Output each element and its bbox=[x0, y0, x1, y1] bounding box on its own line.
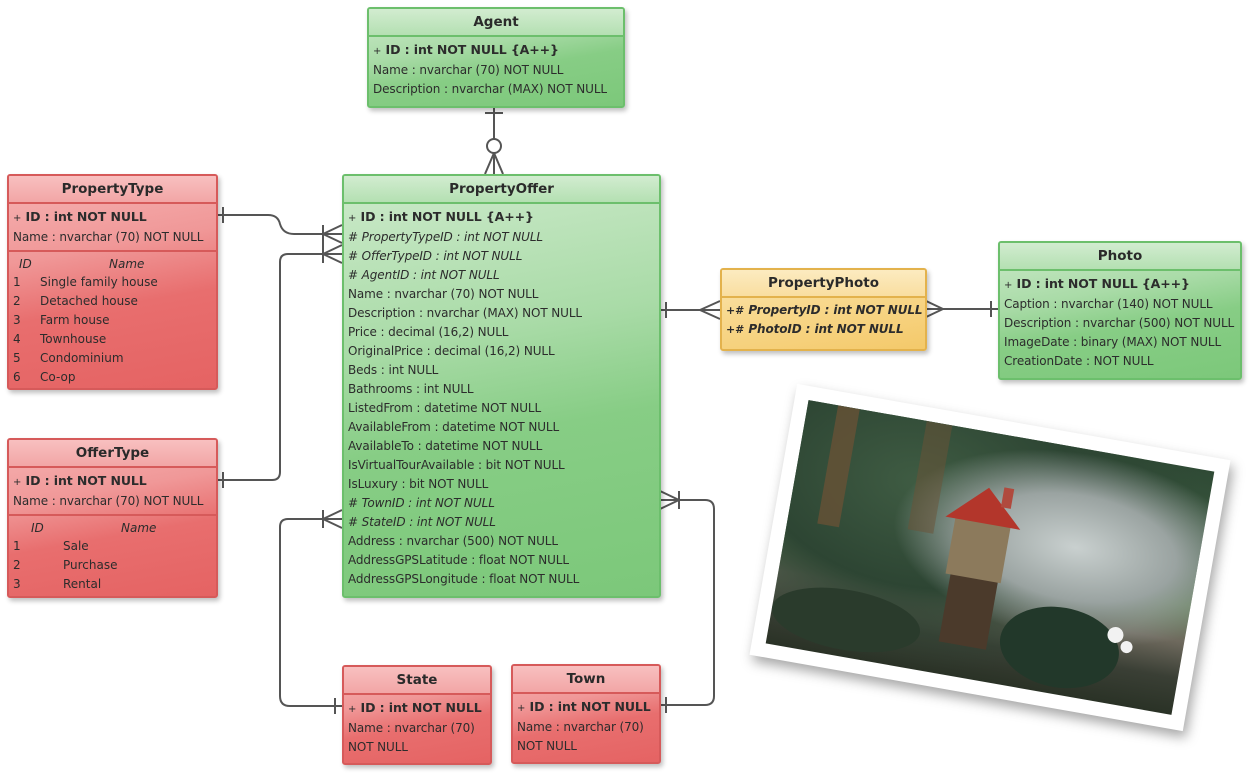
entity-propertyoffer[interactable]: PropertyOffer + ID : int NOT NULL {A++} … bbox=[342, 174, 661, 598]
entity-agent[interactable]: Agent + ID : int NOT NULL {A++} Name : n… bbox=[367, 7, 625, 108]
attribute-field[interactable]: AddressGPSLatitude : float NOT NULL bbox=[348, 551, 655, 570]
attribute-field[interactable]: Address : nvarchar (500) NOT NULL bbox=[348, 532, 655, 551]
primary-key-field[interactable]: + ID : int NOT NULL {A++} bbox=[1004, 274, 1236, 295]
attribute-field[interactable]: AvailableFrom : datetime NOT NULL bbox=[348, 418, 655, 437]
primary-key-field[interactable]: + ID : int NOT NULL bbox=[13, 471, 212, 492]
entity-photo[interactable]: Photo + ID : int NOT NULL {A++} Caption … bbox=[998, 241, 1242, 380]
rel-town-propertyoffer bbox=[659, 490, 715, 713]
entity-title: PropertyOffer bbox=[344, 176, 659, 204]
lookup-row: 4 Townhouse bbox=[13, 332, 107, 346]
attribute-field[interactable]: Beds : int NULL bbox=[348, 361, 655, 380]
attribute-field[interactable]: Caption : nvarchar (140) NOT NULL bbox=[1004, 295, 1236, 314]
plant bbox=[766, 577, 926, 663]
attribute-field[interactable]: ListedFrom : datetime NOT NULL bbox=[348, 399, 655, 418]
composite-key-field[interactable]: +# PropertyID : int NOT NULL bbox=[726, 301, 923, 320]
lookup-col-name: Name bbox=[109, 257, 145, 271]
foreign-key-field[interactable]: # StateID : int NOT NULL bbox=[348, 513, 655, 532]
attribute-field[interactable]: Name : nvarchar (70) bbox=[348, 719, 486, 738]
connector-line bbox=[279, 518, 342, 707]
attribute-field[interactable]: Description : nvarchar (500) NOT NULL bbox=[1004, 314, 1236, 333]
miniature-house-photo bbox=[765, 400, 1215, 715]
primary-key-field[interactable]: + ID : int NOT NULL bbox=[13, 207, 212, 228]
foreign-key-field[interactable]: # PropertyTypeID : int NOT NULL bbox=[348, 228, 655, 247]
attribute-field[interactable]: Description : nvarchar (MAX) NOT NULL bbox=[348, 304, 655, 323]
entity-state[interactable]: State + ID : int NOT NULL Name : nvarcha… bbox=[342, 665, 492, 765]
attribute-field[interactable]: Name : nvarchar (70) NOT NULL bbox=[13, 228, 212, 247]
entity-title: State bbox=[344, 667, 490, 695]
entity-town[interactable]: Town + ID : int NOT NULL Name : nvarchar… bbox=[511, 664, 661, 764]
lookup-col-id: ID bbox=[31, 521, 44, 535]
connector-line bbox=[217, 253, 342, 481]
lookup-row: 6 Co-op bbox=[13, 370, 76, 384]
attribute-field[interactable]: Name : nvarchar (70) NOT NULL bbox=[348, 285, 655, 304]
rel-photo-propertyphoto bbox=[923, 299, 998, 319]
primary-key-field[interactable]: + ID : int NOT NULL {A++} bbox=[373, 40, 619, 61]
lookup-table: ID Name 1 Single family house 2 Detached h… bbox=[9, 252, 216, 388]
lookup-row: 3 Rental bbox=[13, 577, 102, 591]
rel-agent-propertyoffer bbox=[484, 106, 504, 175]
crowfoot-many bbox=[484, 152, 504, 175]
attribute-field[interactable]: AddressGPSLongitude : float NOT NULL bbox=[348, 570, 655, 589]
attribute-field[interactable]: ImageDate : binary (MAX) NOT NULL bbox=[1004, 333, 1236, 352]
primary-key-field[interactable]: + ID : int NOT NULL bbox=[348, 698, 486, 719]
attribute-field[interactable]: Price : decimal (16,2) NULL bbox=[348, 323, 655, 342]
primary-key-field[interactable]: + ID : int NOT NULL bbox=[517, 697, 655, 718]
lookup-header: ID Name bbox=[13, 519, 212, 537]
rel-propertyoffer-propertyphoto bbox=[660, 300, 721, 320]
entity-offertype[interactable]: OfferType + ID : int NOT NULL Name : nva… bbox=[7, 438, 218, 598]
lookup-row: 1 Single family house bbox=[13, 275, 158, 289]
composite-key-field[interactable]: +# PhotoID : int NOT NULL bbox=[726, 320, 921, 339]
lookup-row: 2 Detached house bbox=[13, 294, 138, 308]
tree-stump bbox=[938, 572, 999, 650]
entity-title: PropertyType bbox=[9, 176, 216, 204]
lookup-col-id: ID bbox=[19, 257, 32, 271]
attribute-field[interactable]: Description : nvarchar (MAX) NOT NULL bbox=[373, 80, 619, 99]
foreign-key-field[interactable]: # OfferTypeID : int NOT NULL bbox=[348, 247, 655, 266]
entity-title: Town bbox=[513, 666, 659, 694]
attribute-field[interactable]: Name : nvarchar (70) bbox=[517, 718, 655, 737]
foreign-key-field[interactable]: # AgentID : int NOT NULL bbox=[348, 266, 655, 285]
rel-state-propertyoffer bbox=[279, 509, 343, 714]
lookup-row: 2 Purchase bbox=[13, 558, 118, 572]
lookup-header: ID Name bbox=[13, 255, 212, 273]
attribute-field[interactable]: OriginalPrice : decimal (16,2) NULL bbox=[348, 342, 655, 361]
entity-title: OfferType bbox=[9, 440, 216, 468]
attribute-field[interactable]: AvailableTo : datetime NOT NULL bbox=[348, 437, 655, 456]
rel-offertype-propertyoffer bbox=[217, 244, 343, 488]
flower bbox=[1119, 640, 1134, 655]
lookup-table: ID Name 1 Sale 2 Purchase 3 Rental bbox=[9, 516, 216, 596]
entity-title: Photo bbox=[1000, 243, 1240, 271]
attribute-field[interactable]: IsLuxury : bit NOT NULL bbox=[348, 475, 655, 494]
attribute-field[interactable]: NOT NULL bbox=[348, 738, 486, 757]
attribute-field[interactable]: Name : nvarchar (70) NOT NULL bbox=[13, 492, 212, 511]
lookup-row: 1 Sale bbox=[13, 539, 89, 553]
entity-title: Agent bbox=[369, 9, 623, 37]
foreign-key-field[interactable]: # TownID : int NOT NULL bbox=[348, 494, 655, 513]
attribute-field[interactable]: Name : nvarchar (70) NOT NULL bbox=[373, 61, 619, 80]
entity-propertytype[interactable]: PropertyType + ID : int NOT NULL Name : … bbox=[7, 174, 218, 390]
attribute-field[interactable]: CreationDate : NOT NULL bbox=[1004, 352, 1236, 371]
lookup-col-name: Name bbox=[121, 521, 157, 535]
plant bbox=[993, 597, 1126, 698]
zero-mark bbox=[486, 138, 502, 154]
tree-trunk bbox=[817, 405, 860, 528]
entity-title: PropertyPhoto bbox=[722, 270, 925, 298]
attribute-field[interactable]: Bathrooms : int NULL bbox=[348, 380, 655, 399]
primary-key-field[interactable]: + ID : int NOT NULL {A++} bbox=[348, 207, 655, 228]
connector-line bbox=[660, 499, 715, 706]
tree-trunk bbox=[907, 420, 953, 534]
lookup-row: 3 Farm house bbox=[13, 313, 110, 327]
lookup-row: 5 Condominium bbox=[13, 351, 124, 365]
entity-propertyphoto[interactable]: PropertyPhoto +# PropertyID : int NOT NU… bbox=[720, 268, 927, 351]
attribute-field[interactable]: NOT NULL bbox=[517, 737, 655, 756]
attribute-field[interactable]: IsVirtualTourAvailable : bit NOT NULL bbox=[348, 456, 655, 475]
